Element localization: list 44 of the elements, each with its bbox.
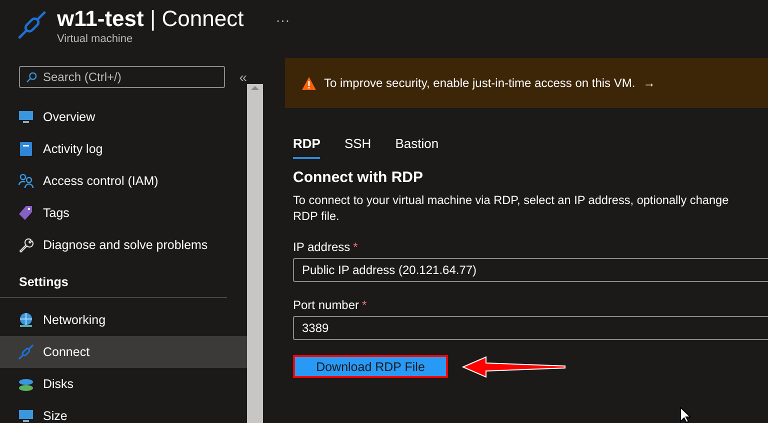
scrollbar[interactable] — [247, 84, 263, 423]
search-input[interactable]: Search (Ctrl+/) — [43, 70, 213, 84]
sidebar-item[interactable]: Activity log — [0, 133, 247, 165]
warning-icon — [302, 76, 316, 90]
tab[interactable]: RDP — [293, 136, 320, 159]
sidebar-item[interactable]: Diagnose and solve problems — [0, 229, 247, 261]
sidebar-item[interactable]: Size — [0, 400, 247, 423]
more-button[interactable]: ··· — [276, 12, 290, 28]
people-icon — [18, 173, 34, 189]
tab[interactable]: SSH — [344, 136, 372, 159]
sidebar-item[interactable]: Networking — [0, 304, 247, 336]
plug-icon — [18, 344, 34, 360]
log-icon — [18, 141, 34, 157]
required-mark: * — [362, 298, 367, 312]
search-icon — [26, 72, 37, 82]
page-subtitle: Virtual machine — [57, 33, 134, 45]
plug-icon — [17, 10, 47, 40]
collapse-button[interactable]: « — [239, 69, 247, 85]
field-label: IP address — [293, 240, 350, 254]
input-field[interactable]: 3389 — [293, 316, 768, 340]
page-title: w11-test | Connect — [57, 6, 244, 32]
disk-icon — [18, 376, 34, 392]
sidebar-item[interactable]: Connect — [0, 336, 247, 368]
tab[interactable]: Bastion — [395, 136, 439, 159]
input-field[interactable]: Public IP address (20.121.64.77) — [293, 258, 768, 282]
section-title: Connect with RDP — [293, 169, 424, 186]
monitor-icon — [18, 109, 34, 125]
sidebar-item[interactable]: Overview — [0, 101, 247, 133]
tag-icon — [18, 205, 34, 221]
section-heading: Settings — [19, 275, 68, 289]
search-field[interactable]: Search (Ctrl+/) — [19, 66, 226, 88]
download-button[interactable]: Download RDP File — [293, 355, 448, 378]
field-label: Port number — [293, 298, 360, 312]
sidebar-item[interactable]: Tags — [0, 197, 247, 229]
arrow-text[interactable]: → — [643, 76, 656, 90]
wrench-icon — [18, 237, 34, 253]
sidebar-item[interactable]: Disks — [0, 368, 247, 400]
sidebar-item[interactable]: Access control (IAM) — [0, 165, 247, 197]
monitor-icon — [18, 408, 34, 423]
banner-text[interactable]: To improve security, enable just-in-time access on this VM. — [324, 76, 636, 90]
cursor-icon — [680, 407, 691, 423]
description-text: To connect to your virtual machine via RDP, select an IP address, optionally change RDP file. — [293, 192, 730, 224]
required-mark: * — [353, 240, 358, 254]
globe-icon — [18, 312, 34, 328]
